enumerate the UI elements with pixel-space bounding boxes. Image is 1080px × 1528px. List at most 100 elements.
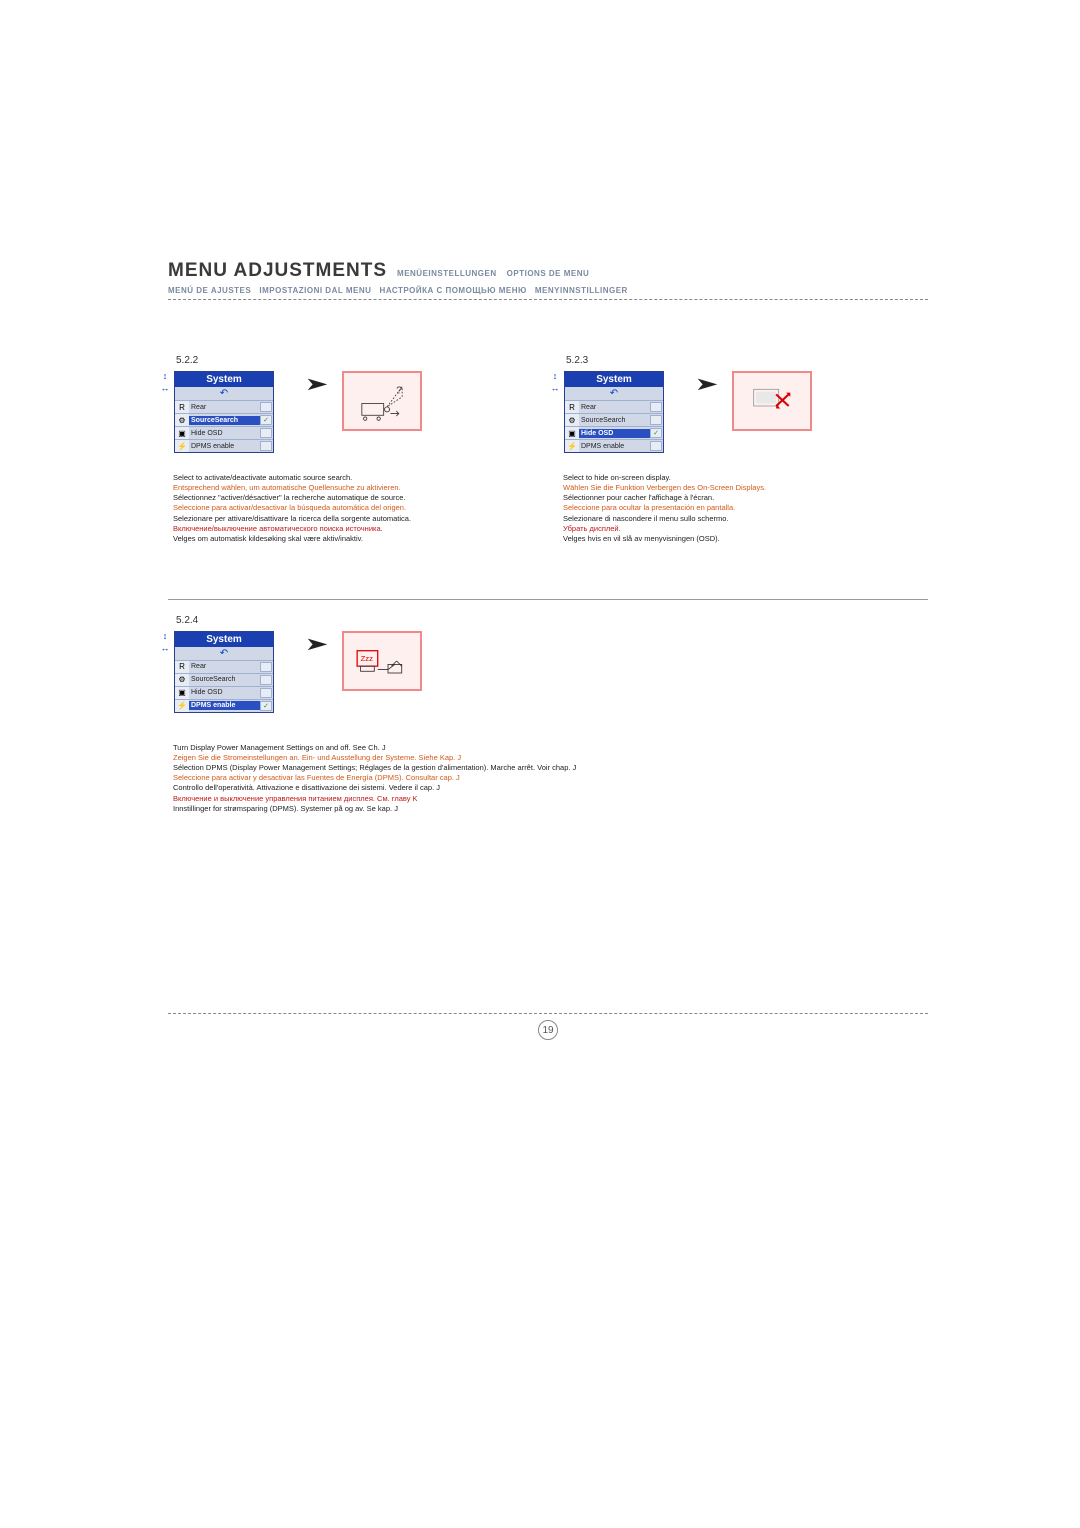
menu-item-label: SourceSearch: [579, 416, 650, 425]
description-line: Selezionare di nascondere il menu sullo …: [563, 514, 888, 524]
description-line: Sélectionnez "activer/désactiver" la rec…: [173, 493, 498, 503]
description-line: Controllo dell'operatività. Attivazione …: [173, 783, 928, 793]
menu-item-label: DPMS enable: [189, 442, 260, 451]
description-line: Velges om automatisk kildesøking skal væ…: [173, 534, 498, 544]
description-block: Select to activate/deactivate automatic …: [173, 473, 498, 544]
result-illustration: ?: [342, 371, 422, 431]
hide-icon: ▣: [175, 427, 189, 439]
hide-icon: ▣: [565, 427, 579, 439]
back-icon: ↶: [565, 387, 663, 400]
description-line: Turn Display Power Management Settings o…: [173, 743, 928, 753]
osd-menu: System ↶ R Rear ⚙ SourceSearch ✓: [174, 371, 274, 453]
checkbox: [260, 428, 272, 438]
description-line: Wählen Sie die Funktion Verbergen des On…: [563, 483, 888, 493]
back-icon: ↶: [175, 387, 273, 400]
description-line: Seleccione para ocultar la presentación …: [563, 503, 888, 513]
side-adjust-icon: ↕: [158, 631, 172, 641]
subtitle-fr: OPTIONS DE MENU: [507, 269, 590, 278]
back-icon: ↶: [175, 647, 273, 660]
checkbox: ✓: [260, 415, 272, 425]
menu-item: R Rear: [565, 400, 663, 413]
menu-item: ⚡ DPMS enable: [565, 439, 663, 452]
description-line: Velges hvis en vil slå av menyvisningen …: [563, 534, 888, 544]
search-icon: ⚙: [565, 414, 579, 426]
side-adjust-icon: ↕: [158, 371, 172, 381]
menu-item: ⚙ SourceSearch ✓: [175, 413, 273, 426]
rear-icon: R: [175, 401, 189, 413]
arrow-icon: ➤: [304, 374, 328, 395]
menu-item-label: Hide OSD: [189, 688, 260, 697]
dpms-icon: ⚡: [175, 700, 189, 712]
menu-item: ⚡ DPMS enable ✓: [175, 699, 273, 712]
svg-text:?: ?: [396, 385, 402, 396]
description-line: Убрать дисплей.: [563, 524, 888, 534]
menu-item-label: SourceSearch: [189, 416, 260, 425]
menu-item: ▣ Hide OSD ✓: [565, 426, 663, 439]
checkbox: [260, 675, 272, 685]
description-line: Sélection DPMS (Display Power Management…: [173, 763, 928, 773]
description-line: Seleccione para activar y desactivar las…: [173, 773, 928, 783]
description-line: Включение и выключение управления питани…: [173, 794, 928, 804]
description-line: Select to hide on-screen display.: [563, 473, 888, 483]
menu-item: ▣ Hide OSD: [175, 686, 273, 699]
checkbox: [260, 402, 272, 412]
checkbox: ✓: [650, 428, 662, 438]
menu-item-label: Rear: [189, 662, 260, 671]
menu-item-label: DPMS enable: [579, 442, 650, 451]
subtitle-no: MENYINNSTILLINGER: [535, 286, 628, 295]
osd-menu: System ↶ R Rear ⚙ SourceSearch ▣ Hide: [174, 631, 274, 713]
description-block: Select to hide on-screen display.Wählen …: [563, 473, 888, 544]
menu-item-label: DPMS enable: [189, 701, 260, 710]
checkbox: [650, 441, 662, 451]
menu-item: R Rear: [175, 660, 273, 673]
menu-item: ⚡ DPMS enable: [175, 439, 273, 452]
menu-item-label: Hide OSD: [579, 429, 650, 438]
description-line: Selezionare per attivare/disattivare la …: [173, 514, 498, 524]
side-adjust-icon: ↕: [548, 371, 562, 381]
subtitle-it: IMPOSTAZIONI DAL MENU: [259, 286, 371, 295]
osd-menu-title: System: [565, 372, 663, 387]
section-number: 5.2.2: [176, 355, 498, 366]
dpms-icon: ⚡: [565, 440, 579, 452]
rear-icon: R: [565, 401, 579, 413]
osd-menu: System ↶ R Rear ⚙ SourceSearch: [564, 371, 664, 453]
section-number: 5.2.4: [176, 615, 928, 626]
checkbox: [260, 688, 272, 698]
menu-item-label: SourceSearch: [189, 675, 260, 684]
checkbox: [650, 402, 662, 412]
menu-item: ⚙ SourceSearch: [565, 413, 663, 426]
checkbox: [260, 441, 272, 451]
hide-icon: ▣: [175, 687, 189, 699]
checkbox: [260, 662, 272, 672]
checkbox: ✓: [260, 701, 272, 711]
menu-item: R Rear: [175, 400, 273, 413]
search-icon: ⚙: [175, 414, 189, 426]
svg-text:Zzz: Zzz: [361, 654, 374, 663]
page-title: MENU ADJUSTMENTS: [168, 260, 387, 282]
rear-icon: R: [175, 661, 189, 673]
description-line: Innstillinger for strømsparing (DPMS). S…: [173, 804, 928, 814]
checkbox: [650, 415, 662, 425]
dpms-icon: ⚡: [175, 440, 189, 452]
side-adjust-icon: ↔: [158, 643, 172, 653]
arrow-icon: ➤: [304, 634, 328, 655]
description-line: Zeigen Sie die Stromeinstellungen an. Ei…: [173, 753, 928, 763]
osd-menu-title: System: [175, 372, 273, 387]
search-icon: ⚙: [175, 674, 189, 686]
page-number: 19: [538, 1020, 558, 1040]
arrow-icon: ➤: [694, 374, 718, 395]
side-adjust-icon: ↔: [158, 383, 172, 393]
section-number: 5.2.3: [566, 355, 888, 366]
menu-item-label: Rear: [189, 403, 260, 412]
side-adjust-icon: ↔: [548, 383, 562, 393]
menu-item: ⚙ SourceSearch: [175, 673, 273, 686]
description-line: Seleccione para activar/desactivar la bú…: [173, 503, 498, 513]
menu-item-label: Rear: [579, 403, 650, 412]
result-illustration: Zzz: [342, 631, 422, 691]
divider-top: [168, 299, 928, 300]
osd-menu-title: System: [175, 632, 273, 647]
divider: [168, 599, 928, 600]
description-line: Включение/выключение автоматического пои…: [173, 524, 498, 534]
menu-item: ▣ Hide OSD: [175, 426, 273, 439]
description-line: Entsprechend wählen, um automatische Que…: [173, 483, 498, 493]
